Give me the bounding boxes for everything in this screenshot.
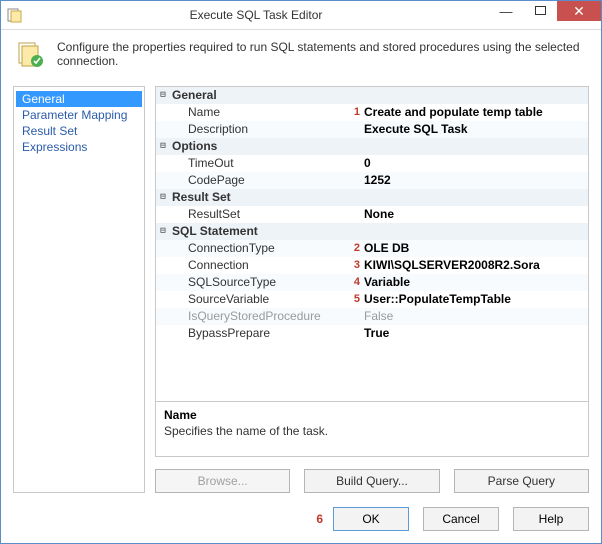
minimize-button[interactable]: — bbox=[489, 1, 523, 21]
prop-row-name[interactable]: Name1Create and populate temp table bbox=[156, 104, 588, 121]
window-controls: — ✕ bbox=[489, 1, 601, 29]
category-label: General bbox=[170, 87, 332, 104]
category-options[interactable]: ⊟Options bbox=[156, 138, 588, 155]
annotation-marker: 4 bbox=[348, 274, 362, 291]
category-result-set[interactable]: ⊟Result Set bbox=[156, 189, 588, 206]
prop-row-bypassprepare[interactable]: BypassPrepare True bbox=[156, 325, 588, 342]
maximize-button[interactable] bbox=[523, 1, 557, 21]
prop-row-codepage[interactable]: CodePage 1252 bbox=[156, 172, 588, 189]
body-area: GeneralParameter MappingResult SetExpres… bbox=[1, 82, 601, 493]
nav-panel: GeneralParameter MappingResult SetExpres… bbox=[13, 86, 145, 493]
editor-window: Execute SQL Task Editor — ✕ Configure th… bbox=[0, 0, 602, 544]
prop-label: IsQueryStoredProcedure bbox=[170, 308, 348, 325]
ok-button[interactable]: OK bbox=[333, 507, 409, 531]
nav-item-expressions[interactable]: Expressions bbox=[16, 139, 142, 155]
prop-label: SQLSourceType bbox=[170, 274, 348, 291]
prop-row-connectiontype[interactable]: ConnectionType2OLE DB bbox=[156, 240, 588, 257]
annotation-marker: 3 bbox=[348, 257, 362, 274]
prop-row-sqlsourcetype[interactable]: SQLSourceType4Variable bbox=[156, 274, 588, 291]
prop-label: ResultSet bbox=[170, 206, 348, 223]
prop-row-sourcevariable[interactable]: SourceVariable5User::PopulateTempTable bbox=[156, 291, 588, 308]
browse-button[interactable]: Browse... bbox=[155, 469, 290, 493]
prop-label: ConnectionType bbox=[170, 240, 348, 257]
query-buttons-row: Browse... Build Query... Parse Query bbox=[155, 469, 589, 493]
close-button[interactable]: ✕ bbox=[557, 1, 601, 21]
prop-label: Name bbox=[170, 104, 348, 121]
prop-value[interactable]: None bbox=[362, 206, 588, 223]
nav-item-result-set[interactable]: Result Set bbox=[16, 123, 142, 139]
help-button[interactable]: Help bbox=[513, 507, 589, 531]
prop-value[interactable]: KIWI\SQLSERVER2008R2.Sora bbox=[362, 257, 588, 274]
nav-item-general[interactable]: General bbox=[16, 91, 142, 107]
collapse-icon[interactable]: ⊟ bbox=[156, 223, 170, 240]
nav-item-parameter-mapping[interactable]: Parameter Mapping bbox=[16, 107, 142, 123]
category-label: Result Set bbox=[170, 189, 332, 206]
prop-value[interactable]: 0 bbox=[362, 155, 588, 172]
prop-value[interactable]: Create and populate temp table bbox=[362, 104, 588, 121]
prop-value[interactable]: False bbox=[362, 308, 588, 325]
prop-row-description[interactable]: Description Execute SQL Task bbox=[156, 121, 588, 138]
header-description: Configure the properties required to run… bbox=[1, 30, 601, 82]
collapse-icon[interactable]: ⊟ bbox=[156, 138, 170, 155]
prop-row-connection[interactable]: Connection3KIWI\SQLSERVER2008R2.Sora bbox=[156, 257, 588, 274]
prop-value[interactable]: Variable bbox=[362, 274, 588, 291]
prop-value[interactable]: True bbox=[362, 325, 588, 342]
prop-row-isquerystoredprocedure[interactable]: IsQueryStoredProcedure False bbox=[156, 308, 588, 325]
prop-value[interactable]: OLE DB bbox=[362, 240, 588, 257]
property-grid: ⊟GeneralName1Create and populate temp ta… bbox=[155, 86, 589, 402]
prop-label: BypassPrepare bbox=[170, 325, 348, 342]
prop-value[interactable]: User::PopulateTempTable bbox=[362, 291, 588, 308]
prop-label: Connection bbox=[170, 257, 348, 274]
prop-label: Description bbox=[170, 121, 348, 138]
build-query-button[interactable]: Build Query... bbox=[304, 469, 439, 493]
category-label: Options bbox=[170, 138, 332, 155]
description-text: Specifies the name of the task. bbox=[164, 424, 580, 438]
category-label: SQL Statement bbox=[170, 223, 332, 240]
annotation-marker: 1 bbox=[348, 104, 362, 121]
titlebar: Execute SQL Task Editor — ✕ bbox=[1, 1, 601, 30]
prop-label: CodePage bbox=[170, 172, 348, 189]
header-description-text: Configure the properties required to run… bbox=[57, 40, 585, 68]
parse-query-button[interactable]: Parse Query bbox=[454, 469, 589, 493]
prop-value[interactable]: 1252 bbox=[362, 172, 588, 189]
collapse-icon[interactable]: ⊟ bbox=[156, 87, 170, 104]
category-sql-statement[interactable]: ⊟SQL Statement bbox=[156, 223, 588, 240]
description-panel: Name Specifies the name of the task. bbox=[155, 402, 589, 457]
annotation-marker-6: 6 bbox=[316, 512, 323, 526]
prop-row-timeout[interactable]: TimeOut 0 bbox=[156, 155, 588, 172]
description-title: Name bbox=[164, 408, 580, 422]
annotation-marker: 5 bbox=[348, 291, 362, 308]
cancel-button[interactable]: Cancel bbox=[423, 507, 499, 531]
annotation-marker: 2 bbox=[348, 240, 362, 257]
task-icon bbox=[17, 40, 45, 68]
prop-row-resultset[interactable]: ResultSet None bbox=[156, 206, 588, 223]
collapse-icon[interactable]: ⊟ bbox=[156, 189, 170, 206]
category-general[interactable]: ⊟General bbox=[156, 87, 588, 104]
right-column: ⊟GeneralName1Create and populate temp ta… bbox=[155, 86, 589, 493]
window-title: Execute SQL Task Editor bbox=[23, 8, 489, 22]
prop-label: TimeOut bbox=[170, 155, 348, 172]
dialog-buttons-row: 6 OK Cancel Help bbox=[1, 493, 601, 543]
app-icon bbox=[7, 7, 23, 23]
prop-value[interactable]: Execute SQL Task bbox=[362, 121, 588, 138]
prop-label: SourceVariable bbox=[170, 291, 348, 308]
